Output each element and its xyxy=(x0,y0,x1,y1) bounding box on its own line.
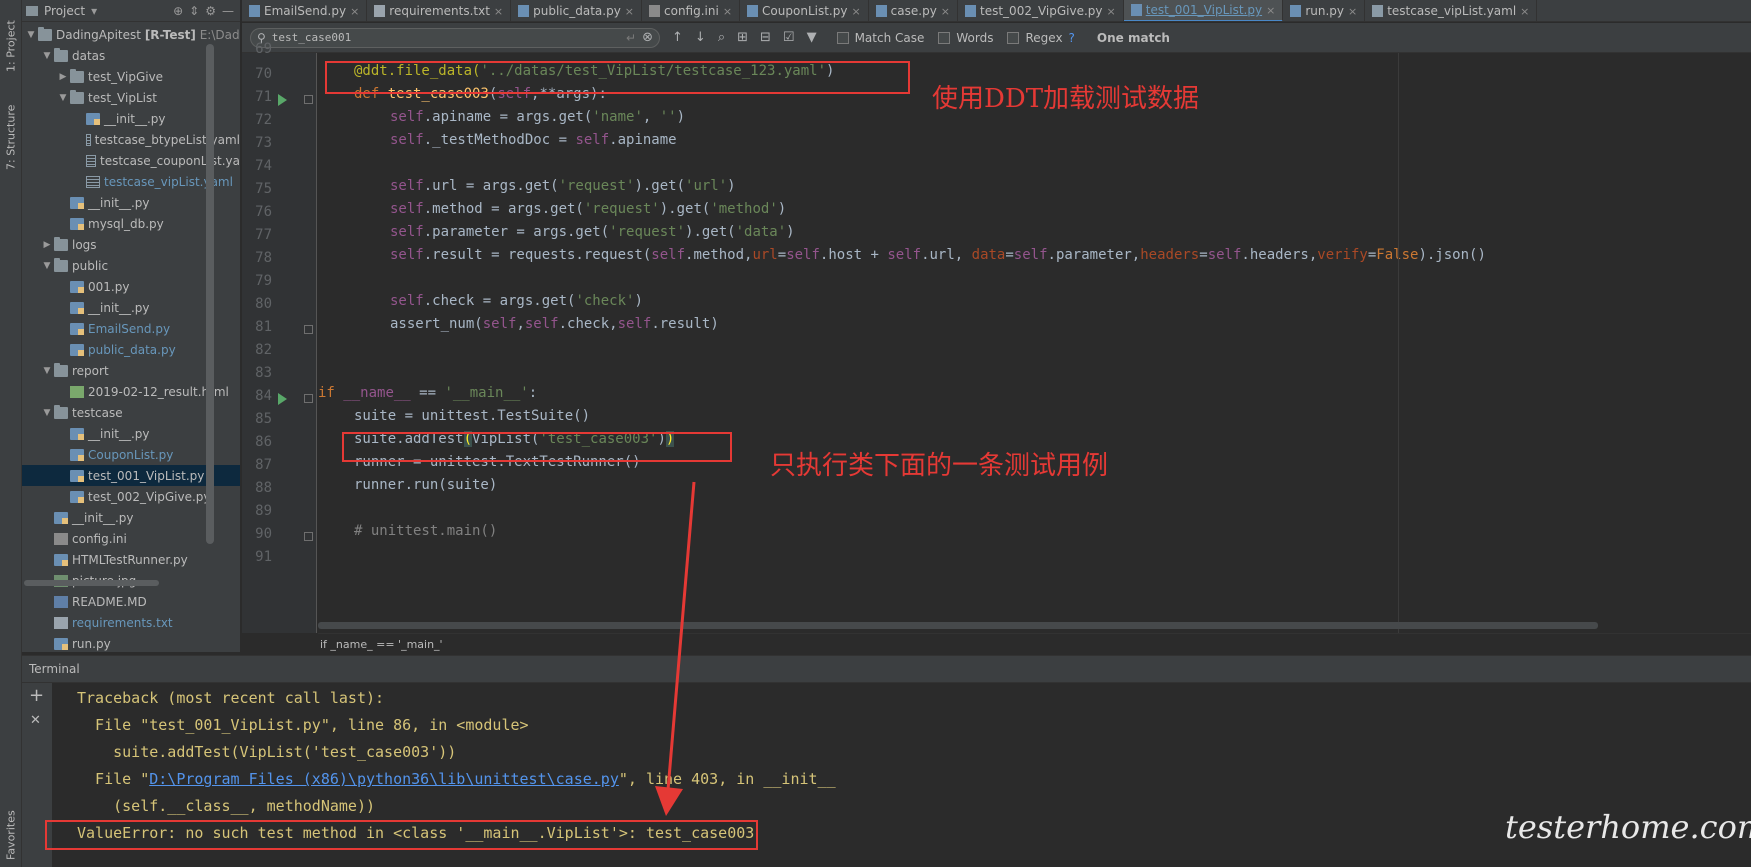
arrow-shaft xyxy=(666,481,696,791)
arrow-head xyxy=(655,786,683,816)
annotation-arrow xyxy=(655,481,696,816)
watermark: testerhome.com xyxy=(1505,808,1751,846)
